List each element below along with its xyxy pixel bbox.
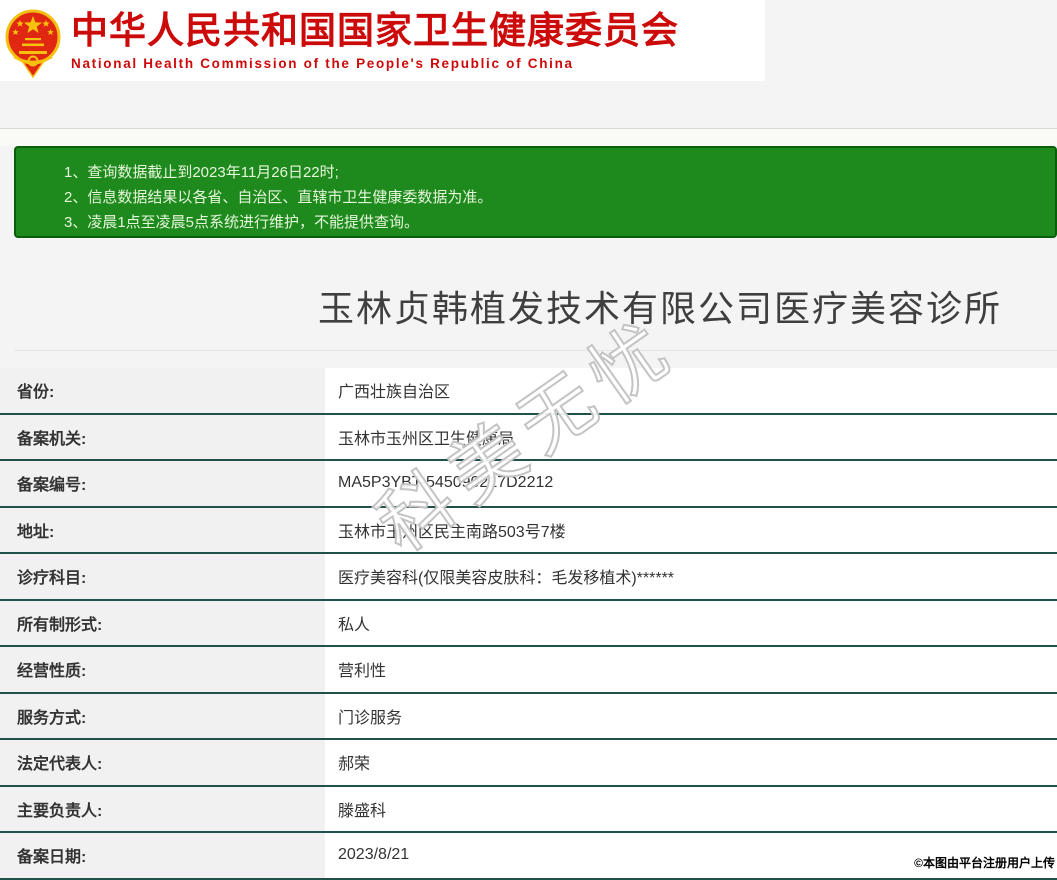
notice-line-1: 1、查询数据截止到2023年11月26日22时; <box>64 164 339 181</box>
field-value: 医疗美容科(仅限美容皮肤科：毛发移植术)****** <box>325 554 1057 599</box>
table-row: 服务方式: 门诊服务 <box>0 693 1057 740</box>
field-value: 郝荣 <box>325 740 1057 785</box>
field-label: 经营性质: <box>0 647 325 692</box>
national-emblem-icon <box>5 9 61 78</box>
table-row: 经营性质: 营利性 <box>0 647 1057 694</box>
field-label: 服务方式: <box>0 693 325 738</box>
query-notice-banner: 1、查询数据截止到2023年11月26日22时; 2、信息数据结果以各省、自治区… <box>14 146 1057 238</box>
field-label: 备案日期: <box>0 833 325 878</box>
site-header: 中华人民共和国国家卫生健康委员会 National Health Commiss… <box>0 0 765 81</box>
photo-credit-text: ©本图由平台注册用户上传 <box>914 856 1055 870</box>
table-row: 所有制形式: 私人 <box>0 600 1057 647</box>
field-value: 门诊服务 <box>325 693 1057 738</box>
field-value: 玉林市玉州区卫生健康局 <box>325 414 1057 459</box>
table-row: 省份: 广西壮族自治区 <box>0 368 1057 415</box>
field-label: 省份: <box>0 368 325 413</box>
table-row: 主要负责人: 滕盛科 <box>0 786 1057 833</box>
field-label: 诊疗科目: <box>0 554 325 599</box>
site-title-chinese: 中华人民共和国国家卫生健康委员会 <box>71 10 679 52</box>
notice-line-3: 3、凌晨1点至凌晨5点系统进行维护，不能提供查询。 <box>64 214 420 231</box>
table-row: 地址: 玉林市玉州区民主南路503号7楼 <box>0 507 1057 554</box>
field-label: 备案机关: <box>0 414 325 459</box>
title-divider-line <box>14 350 1057 351</box>
facility-name-title: 玉林贞韩植发技术有限公司医疗美容诊所 <box>317 288 1002 329</box>
field-value: 私人 <box>325 600 1057 645</box>
field-value: 玉林市玉州区民主南路503号7楼 <box>325 507 1057 552</box>
header-titles: 中华人民共和国国家卫生健康委员会 National Health Commiss… <box>71 10 679 71</box>
table-row: 备案编号: MA5P3YBT-545090217D2212 <box>0 461 1057 508</box>
field-label: 法定代表人: <box>0 740 325 785</box>
table-row: 法定代表人: 郝荣 <box>0 740 1057 787</box>
table-row: 备案机关: 玉林市玉州区卫生健康局 <box>0 414 1057 461</box>
field-value: 广西壮族自治区 <box>325 368 1057 413</box>
notice-line-2: 2、信息数据结果以各省、自治区、直辖市卫生健康委数据为准。 <box>64 189 493 206</box>
record-table: 省份: 广西壮族自治区 备案机关: 玉林市玉州区卫生健康局 备案编号: MA5P… <box>0 368 1057 880</box>
table-row: 诊疗科目: 医疗美容科(仅限美容皮肤科：毛发移植术)****** <box>0 554 1057 601</box>
field-value: MA5P3YBT-545090217D2212 <box>325 461 1057 506</box>
field-label: 主要负责人: <box>0 786 325 831</box>
field-label: 所有制形式: <box>0 600 325 645</box>
field-label: 备案编号: <box>0 461 325 506</box>
field-value: 滕盛科 <box>325 786 1057 831</box>
field-label: 地址: <box>0 507 325 552</box>
field-value: 营利性 <box>325 647 1057 692</box>
table-row: 备案日期: 2023/8/21 <box>0 833 1057 880</box>
site-title-english: National Health Commission of the People… <box>71 55 574 71</box>
sub-header-strip <box>0 129 1057 146</box>
